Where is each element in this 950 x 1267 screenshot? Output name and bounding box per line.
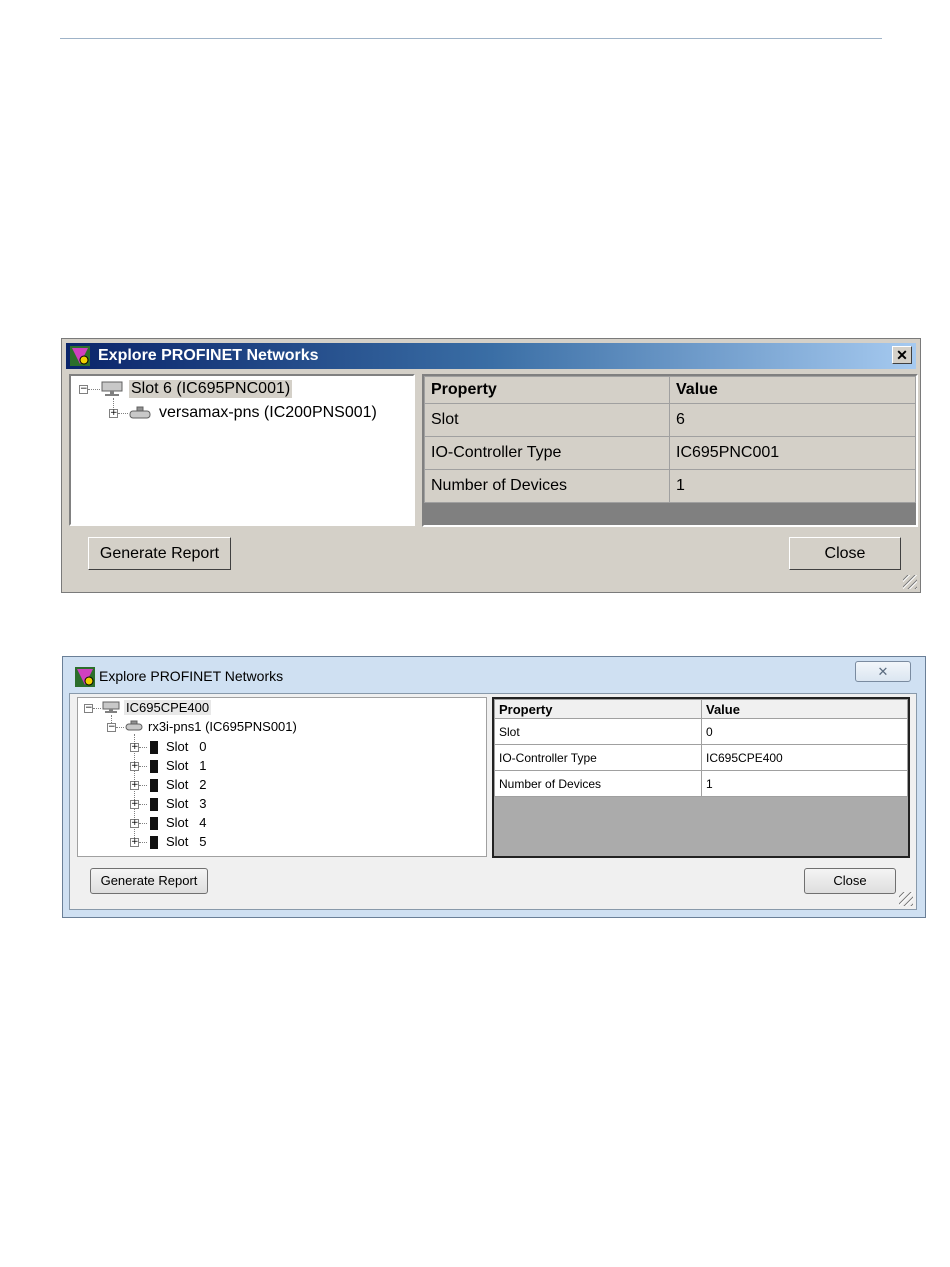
property-cell: Number of Devices — [494, 770, 702, 797]
tree-connector — [139, 747, 147, 748]
expand-icon[interactable]: + — [130, 819, 139, 828]
tree-node-controller[interactable]: Slot 6 (IC695PNC001) — [129, 380, 293, 398]
module-icon — [150, 798, 158, 812]
title-bar[interactable]: Explore PROFINET Networks ✕ — [66, 343, 916, 369]
slot-number: 2 — [199, 777, 207, 792]
table-row[interactable]: Slot 6 — [424, 403, 916, 437]
column-header-property[interactable]: Property — [494, 699, 702, 719]
slot-number: 5 — [199, 834, 207, 849]
tree-connector — [139, 785, 147, 786]
expand-icon[interactable]: + — [130, 743, 139, 752]
value-cell: 6 — [669, 403, 916, 437]
expand-icon[interactable]: + — [130, 800, 139, 809]
table-row[interactable]: IO-Controller Type IC695CPE400 — [494, 744, 908, 771]
collapse-icon[interactable]: − — [79, 385, 88, 394]
collapse-icon[interactable]: − — [107, 723, 116, 732]
tree-connector — [139, 766, 147, 767]
dialog-title: Explore PROFINET Networks — [98, 347, 319, 364]
tree-connector — [139, 842, 147, 843]
close-button[interactable]: Close — [789, 537, 901, 570]
close-button[interactable]: Close — [804, 868, 896, 894]
tree-node-slot[interactable]: Slot 2 — [150, 777, 207, 793]
controller-icon — [102, 701, 120, 713]
tree-node-device[interactable]: rx3i-pns1 (IC695PNS001) — [148, 719, 297, 734]
resize-grip-icon[interactable] — [899, 892, 913, 906]
expand-icon[interactable]: + — [130, 781, 139, 790]
slot-number: 0 — [199, 739, 207, 754]
slot-label: Slot — [166, 834, 189, 849]
module-icon — [150, 779, 158, 793]
table-row[interactable]: Number of Devices 1 — [424, 469, 916, 503]
page-header-rule — [60, 38, 882, 39]
tree-node-slot[interactable]: Slot 1 — [150, 758, 207, 774]
module-icon — [150, 836, 158, 850]
module-icon — [150, 817, 158, 831]
slot-number: 4 — [199, 815, 207, 830]
slot-number: 3 — [199, 796, 207, 811]
tree-node-slot[interactable]: Slot 3 — [150, 796, 207, 812]
table-row[interactable]: Slot 0 — [494, 718, 908, 745]
property-grid[interactable]: Property Value Slot 6 IO-Controller Type… — [422, 374, 918, 527]
slot-label: Slot — [166, 815, 189, 830]
slot-number: 1 — [199, 758, 207, 773]
slot-label: Slot — [166, 777, 189, 792]
tree-node-controller[interactable]: IC695CPE400 — [124, 700, 212, 715]
dialog-title: Explore PROFINET Networks — [99, 668, 284, 684]
tree-connector — [116, 727, 124, 728]
table-row[interactable]: Number of Devices 1 — [494, 770, 908, 797]
tree-node-slot[interactable]: Slot 5 — [150, 834, 207, 850]
table-row[interactable]: IO-Controller Type IC695PNC001 — [424, 436, 916, 470]
column-header-value[interactable]: Value — [669, 376, 916, 404]
value-cell: 0 — [701, 718, 908, 745]
value-cell: 1 — [701, 770, 908, 797]
slot-label: Slot — [166, 758, 189, 773]
explore-profinet-dialog-classic: Explore PROFINET Networks ✕ − Slot 6 (IC… — [61, 338, 921, 593]
expand-icon[interactable]: + — [130, 838, 139, 847]
expand-icon[interactable]: + — [109, 409, 118, 418]
device-icon — [129, 406, 151, 419]
module-icon — [150, 760, 158, 774]
collapse-icon[interactable]: − — [84, 704, 93, 713]
column-header-value[interactable]: Value — [701, 699, 908, 719]
slot-label: Slot — [166, 796, 189, 811]
controller-icon — [101, 381, 123, 396]
value-cell: IC695CPE400 — [701, 744, 908, 771]
tree-node-device[interactable]: versamax-pns (IC200PNS001) — [159, 404, 377, 422]
slot-label: Slot — [166, 739, 189, 754]
property-cell: Number of Devices — [424, 469, 670, 503]
property-cell: Slot — [424, 403, 670, 437]
network-tree[interactable]: − Slot 6 (IC695PNC001) + versamax-pns (I… — [69, 374, 415, 526]
property-cell: Slot — [494, 718, 702, 745]
generate-report-button[interactable]: Generate Report — [90, 868, 208, 894]
tree-connector — [139, 823, 147, 824]
dialog-body: − IC695CPE400 − rx3i-pns1 (IC695PNS001) … — [69, 693, 917, 910]
tree-node-slot[interactable]: Slot 4 — [150, 815, 207, 831]
tree-node-slot[interactable]: Slot 0 — [150, 739, 207, 755]
close-icon[interactable]: ✕ — [892, 346, 912, 364]
resize-grip-icon[interactable] — [903, 575, 917, 589]
device-icon — [125, 720, 143, 731]
expand-icon[interactable]: + — [130, 762, 139, 771]
column-header-property[interactable]: Property — [424, 376, 670, 404]
module-icon — [150, 741, 158, 755]
value-cell: IC695PNC001 — [669, 436, 916, 470]
generate-report-button[interactable]: Generate Report — [88, 537, 231, 570]
close-icon[interactable]: ✕ — [855, 661, 911, 682]
property-cell: IO-Controller Type — [494, 744, 702, 771]
tree-connector — [139, 804, 147, 805]
tree-connector — [88, 389, 100, 390]
tree-connector — [118, 413, 128, 414]
value-cell: 1 — [669, 469, 916, 503]
app-icon — [75, 667, 95, 687]
app-icon — [70, 346, 90, 366]
property-grid[interactable]: Property Value Slot 0 IO-Controller Type… — [492, 697, 910, 858]
tree-connector — [93, 708, 101, 709]
explore-profinet-dialog-modern: Explore PROFINET Networks ✕ − IC695CPE40… — [62, 656, 926, 918]
property-cell: IO-Controller Type — [424, 436, 670, 470]
network-tree[interactable]: − IC695CPE400 − rx3i-pns1 (IC695PNS001) … — [77, 697, 487, 857]
